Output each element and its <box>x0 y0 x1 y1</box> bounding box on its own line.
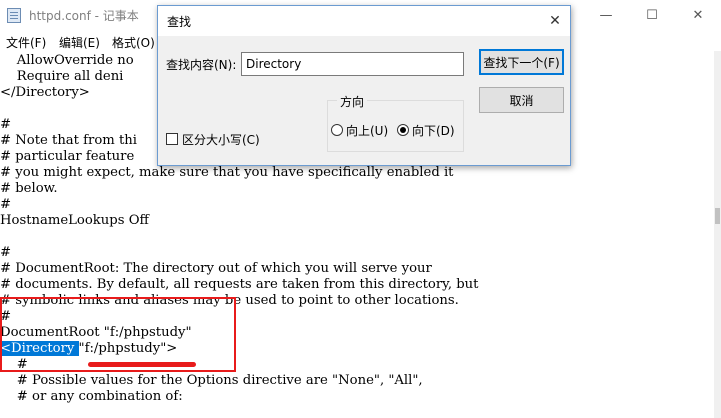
minimize-button[interactable]: — <box>583 0 629 31</box>
direction-down-label[interactable]: 向下(D) <box>412 122 455 139</box>
code-line: # symbolic links and aliases may be used… <box>0 293 459 308</box>
search-match-line: <Directory "f:/phpstudy"> <box>0 341 177 357</box>
direction-up-radio[interactable] <box>331 124 343 136</box>
code-line: # <box>0 245 12 260</box>
code-line: # <box>0 309 12 324</box>
code-line: # Possible values for the Options direct… <box>0 373 423 388</box>
direction-up-label[interactable]: 向上(U) <box>346 122 388 139</box>
direction-group-label: 方向 <box>337 93 368 110</box>
code-line: Require all deni <box>0 69 124 84</box>
menu-edit[interactable]: 编辑(E) <box>59 34 100 51</box>
code-line: DocumentRoot "f:/phpstudy" <box>0 325 192 340</box>
direction-down-radio[interactable] <box>397 124 409 136</box>
notepad-icon <box>7 8 21 23</box>
code-line: # <box>0 197 12 212</box>
find-dialog: 查找 ✕ 查找内容(N): 查找下一个(F) 取消 区分大小写(C) 方向 向上… <box>157 5 571 166</box>
code-line: # <box>0 117 12 132</box>
code-line: # or any combination of: <box>0 389 183 404</box>
match-line-rest: "f:/phpstudy"> <box>78 341 178 356</box>
match-case-checkbox[interactable] <box>166 133 178 145</box>
code-line: # Note that from thi <box>0 133 137 148</box>
maximize-button[interactable]: ☐ <box>629 0 675 31</box>
find-dialog-close-button[interactable]: ✕ <box>540 6 570 36</box>
code-line: # <box>0 357 28 372</box>
code-line: HostnameLookups Off <box>0 213 149 228</box>
find-what-label: 查找内容(N): <box>166 58 237 72</box>
find-what-input[interactable] <box>241 52 464 76</box>
selected-search-match: <Directory <box>0 341 79 356</box>
code-line: </Directory> <box>0 85 90 100</box>
match-case-label[interactable]: 区分大小写(C) <box>182 131 260 148</box>
close-button[interactable]: ✕ <box>675 0 721 31</box>
window-title: httpd.conf - 记事本 <box>29 9 139 23</box>
code-line: AllowOverride no <box>0 53 134 68</box>
menu-file[interactable]: 文件(F) <box>6 34 46 51</box>
find-dialog-title: 查找 <box>167 15 192 29</box>
find-next-button[interactable]: 查找下一个(F) <box>479 49 564 75</box>
vertical-scrollbar[interactable] <box>714 51 721 418</box>
code-line: # below. <box>0 181 58 196</box>
code-line: # you might expect, make sure that you h… <box>0 165 454 180</box>
close-icon: ✕ <box>549 13 561 29</box>
find-dialog-titlebar[interactable]: 查找 ✕ <box>158 6 570 36</box>
menu-format[interactable]: 格式(O) <box>112 34 155 51</box>
code-line: # documents. By default, all requests ar… <box>0 277 479 292</box>
code-line: # DocumentRoot: The directory out of whi… <box>0 261 432 276</box>
cancel-button[interactable]: 取消 <box>479 87 564 113</box>
code-line: # particular feature <box>0 149 135 164</box>
scrollbar-thumb[interactable] <box>715 208 720 224</box>
